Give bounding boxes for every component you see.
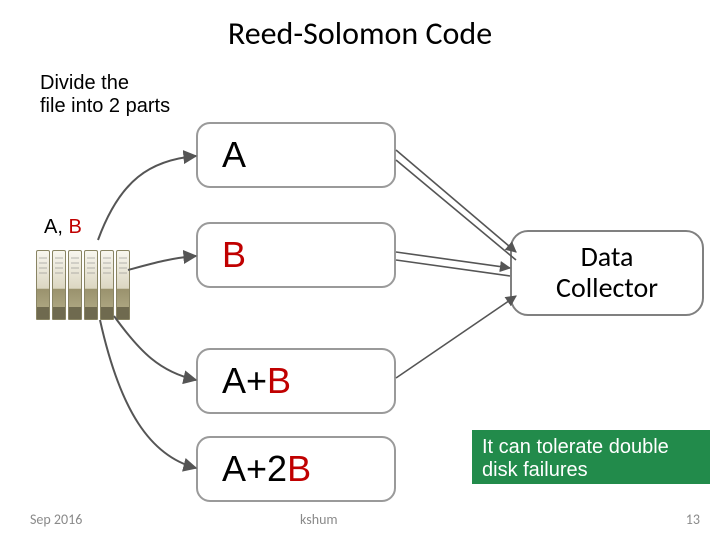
footer-page-number: 13 <box>686 511 700 528</box>
source-label: A, B <box>44 216 82 239</box>
server-icon <box>36 240 136 320</box>
node-apb-a: A <box>222 360 246 402</box>
page-title: Reed-Solomon Code <box>0 14 720 53</box>
slide: Reed-Solomon Code Divide thefile into 2 … <box>0 0 720 540</box>
node-apb-plus: + <box>246 360 267 402</box>
node-apb-b: B <box>267 360 291 402</box>
node-a-plus-b: A+B <box>196 348 396 414</box>
node-a-label: A <box>222 134 246 176</box>
node-a: A <box>196 122 396 188</box>
source-label-a: A <box>44 216 57 238</box>
node-b-label: B <box>222 234 246 276</box>
node-ap2b-a: A <box>222 448 246 490</box>
node-ap2b-plus2: +2 <box>246 448 287 490</box>
footer-center: kshum <box>300 511 338 528</box>
node-b: B <box>196 222 396 288</box>
data-collector: DataCollector <box>510 230 704 316</box>
node-ap2b-b: B <box>287 448 311 490</box>
source-label-b: B <box>68 216 81 238</box>
footer-date: Sep 2016 <box>30 511 82 528</box>
subtitle-text: Divide thefile into 2 parts <box>40 72 170 118</box>
source-label-sep: , <box>57 216 68 238</box>
node-a-plus-2b: A+2B <box>196 436 396 502</box>
tolerance-callout: It can tolerate double disk failures <box>472 430 710 484</box>
